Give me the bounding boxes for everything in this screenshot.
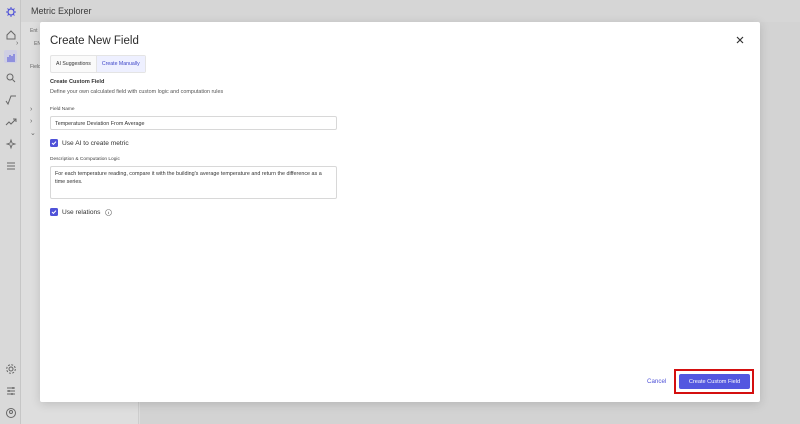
use-relations-label: Use relations xyxy=(62,208,101,216)
section-description: Define your own calculated field with cu… xyxy=(50,89,224,95)
chevron-right-icon[interactable]: › xyxy=(30,106,32,113)
user-icon[interactable] xyxy=(4,406,17,419)
sparkle-icon[interactable] xyxy=(4,137,17,150)
info-icon[interactable] xyxy=(105,208,113,216)
close-button[interactable] xyxy=(734,34,746,46)
check-icon xyxy=(51,141,57,146)
trend-icon[interactable] xyxy=(4,115,17,128)
create-field-modal: Create New Field AI Suggestions Create M… xyxy=(40,22,760,402)
section-title: Create Custom Field xyxy=(50,79,105,85)
chevron-right-icon[interactable]: › xyxy=(16,40,18,47)
top-bar xyxy=(21,0,800,22)
mode-tabs: AI Suggestions Create Manually xyxy=(50,55,146,73)
sliders-icon[interactable] xyxy=(4,384,17,397)
chevron-down-icon[interactable]: ⌄ xyxy=(30,129,36,137)
nav-rail xyxy=(0,0,21,424)
use-ai-label: Use AI to create metric xyxy=(62,139,129,147)
side-panel-label: Ent xyxy=(30,28,38,34)
logo-icon xyxy=(4,5,17,18)
app-title: Metric Explorer xyxy=(31,6,92,16)
use-ai-checkbox[interactable] xyxy=(50,139,58,147)
logic-label: Description & Computation Logic xyxy=(50,157,120,162)
chevron-right-icon[interactable]: › xyxy=(30,118,32,125)
field-name-input[interactable]: Temperature Deviation From Average xyxy=(50,116,337,130)
field-name-label: Field Name xyxy=(50,107,75,112)
settings-icon[interactable] xyxy=(4,362,17,375)
modal-title: Create New Field xyxy=(50,35,139,47)
tab-ai-suggestions[interactable]: AI Suggestions xyxy=(51,56,96,72)
cancel-button[interactable]: Cancel xyxy=(647,378,666,385)
list-icon[interactable] xyxy=(4,159,17,172)
use-relations-checkbox[interactable] xyxy=(50,208,58,216)
create-custom-field-button[interactable]: Create Custom Field xyxy=(679,374,750,389)
use-ai-checkbox-row[interactable]: Use AI to create metric xyxy=(50,139,129,147)
close-icon xyxy=(736,36,744,44)
logic-textarea[interactable]: For each temperature reading, compare it… xyxy=(50,166,337,199)
check-icon xyxy=(51,210,57,215)
use-relations-checkbox-row[interactable]: Use relations xyxy=(50,208,113,216)
chart-icon[interactable] xyxy=(4,50,17,63)
tab-create-manually[interactable]: Create Manually xyxy=(95,56,145,72)
formula-icon[interactable] xyxy=(4,93,17,106)
search-icon[interactable] xyxy=(4,71,17,84)
